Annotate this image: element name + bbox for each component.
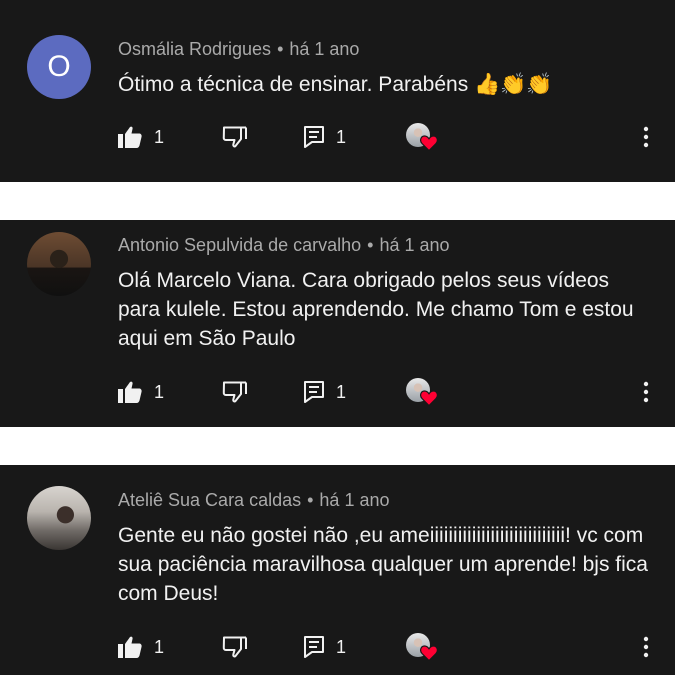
creator-heart bbox=[406, 123, 440, 153]
comment-actions: 1 1 bbox=[0, 372, 675, 412]
creator-heart bbox=[406, 378, 440, 408]
like-count: 1 bbox=[154, 636, 165, 657]
heart-icon bbox=[420, 645, 438, 661]
avatar[interactable] bbox=[27, 486, 91, 550]
reply-button[interactable]: 1 bbox=[304, 627, 346, 667]
avatar-letter: O bbox=[47, 50, 71, 83]
comment-card: Ateliê Sua Cara caldas • há 1 ano Gente eu… bbox=[0, 465, 675, 675]
thumbs-down-icon bbox=[222, 636, 247, 658]
thumbs-down-icon bbox=[222, 126, 247, 148]
thumbs-up-icon bbox=[118, 126, 142, 148]
comment-actions: 1 1 bbox=[0, 627, 675, 667]
comment-time[interactable]: há 1 ano bbox=[289, 39, 359, 59]
thumbs-up-icon bbox=[118, 381, 142, 403]
like-count: 1 bbox=[154, 126, 165, 147]
more-vert-icon bbox=[643, 126, 649, 148]
comment-icon bbox=[304, 636, 324, 658]
author-name[interactable]: Antonio Sepulvida de carvalho bbox=[118, 235, 361, 255]
comment-text: Ótimo a técnica de ensinar. Parabéns 👍👏👏 bbox=[118, 73, 553, 96]
meta-separator: • bbox=[307, 490, 314, 510]
like-button[interactable]: 1 bbox=[118, 627, 164, 667]
dislike-button[interactable] bbox=[222, 627, 248, 667]
thumbs-up-icon bbox=[118, 636, 142, 658]
more-vert-icon bbox=[643, 381, 649, 403]
dislike-button[interactable] bbox=[222, 372, 248, 412]
more-options-button[interactable] bbox=[636, 117, 656, 157]
reply-count: 1 bbox=[336, 126, 347, 147]
comment-time[interactable]: há 1 ano bbox=[379, 235, 449, 255]
meta-separator: • bbox=[367, 235, 374, 255]
avatar[interactable] bbox=[27, 232, 91, 296]
like-count: 1 bbox=[154, 381, 165, 402]
comment-actions: 1 1 bbox=[0, 117, 675, 157]
comment-text: Gente eu não gostei não ,eu ameiiiiiiiii… bbox=[118, 524, 648, 605]
more-vert-icon bbox=[643, 636, 649, 658]
comment-meta: Ateliê Sua Cara caldas • há 1 ano bbox=[118, 490, 390, 511]
creator-heart bbox=[406, 633, 440, 663]
meta-separator: • bbox=[277, 39, 284, 59]
thumbs-down-icon bbox=[222, 381, 247, 403]
reply-count: 1 bbox=[336, 636, 347, 657]
comment-meta: Osmália Rodrigues • há 1 ano bbox=[118, 39, 359, 60]
avatar[interactable]: O bbox=[27, 35, 91, 99]
like-button[interactable]: 1 bbox=[118, 117, 164, 157]
heart-icon bbox=[420, 135, 438, 151]
more-options-button[interactable] bbox=[636, 372, 656, 412]
like-button[interactable]: 1 bbox=[118, 372, 164, 412]
reply-button[interactable]: 1 bbox=[304, 372, 346, 412]
comment-text: Olá Marcelo Viana. Cara obrigado pelos s… bbox=[118, 269, 634, 350]
comment-card: Antonio Sepulvida de carvalho • há 1 ano O… bbox=[0, 220, 675, 427]
author-name[interactable]: Ateliê Sua Cara caldas bbox=[118, 490, 301, 510]
dislike-button[interactable] bbox=[222, 117, 248, 157]
comment-card: O Osmália Rodrigues • há 1 ano Ótimo a téc… bbox=[0, 0, 675, 182]
comment-icon bbox=[304, 126, 324, 148]
author-name[interactable]: Osmália Rodrigues bbox=[118, 39, 271, 59]
reply-count: 1 bbox=[336, 381, 347, 402]
comment-icon bbox=[304, 381, 324, 403]
comment-time[interactable]: há 1 ano bbox=[319, 490, 389, 510]
more-options-button[interactable] bbox=[636, 627, 656, 667]
reply-button[interactable]: 1 bbox=[304, 117, 346, 157]
heart-icon bbox=[420, 390, 438, 406]
comment-meta: Antonio Sepulvida de carvalho • há 1 ano bbox=[118, 235, 450, 256]
